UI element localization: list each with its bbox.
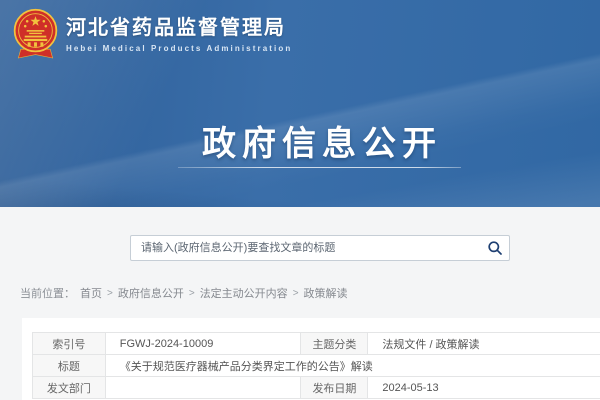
site-title-en: Hebei Medical Products Administration [66, 44, 292, 53]
issuing-dept-label: 发文部门 [33, 377, 106, 399]
breadcrumb-home[interactable]: 首页 [80, 285, 102, 301]
breadcrumb-separator: > [293, 288, 299, 299]
breadcrumb-separator: > [107, 288, 113, 299]
breadcrumb-separator: > [189, 288, 195, 299]
record-table: 索引号 FGWJ-2024-10009 主题分类 法规文件 / 政策解读 标题 … [32, 332, 600, 399]
search-box [130, 235, 510, 261]
page-title: 政府信息公开 [22, 116, 600, 165]
record-card: 索引号 FGWJ-2024-10009 主题分类 法规文件 / 政策解读 标题 … [22, 318, 600, 400]
header-banner: 河北省药品监督管理局 Hebei Medical Products Admini… [0, 0, 600, 207]
banner-underline [178, 167, 461, 168]
title-label: 标题 [33, 355, 106, 377]
search-button[interactable] [481, 236, 509, 260]
topic-category-label: 主题分类 [301, 333, 368, 355]
breadcrumb-label: 当前位置： [20, 285, 75, 301]
breadcrumb: 当前位置： 首页 > 政府信息公开 > 法定主动公开内容 > 政策解读 [20, 285, 348, 301]
table-row: 标题 《关于规范医疗器械产品分类界定工作的公告》解读 [33, 355, 600, 377]
index-number-value: FGWJ-2024-10009 [105, 333, 301, 355]
search-input[interactable] [131, 236, 481, 260]
publish-date-value: 2024-05-13 [368, 377, 600, 399]
site-title-block: 河北省药品监督管理局 Hebei Medical Products Admini… [66, 8, 292, 53]
table-row: 发文部门 发布日期 2024-05-13 [33, 377, 600, 399]
site-title: 河北省药品监督管理局 [66, 17, 292, 39]
breadcrumb-statutory-content[interactable]: 法定主动公开内容 [200, 285, 288, 301]
issuing-dept-value [105, 377, 301, 399]
national-emblem-icon [12, 8, 59, 60]
breadcrumb-info-disclosure[interactable]: 政府信息公开 [118, 285, 184, 301]
breadcrumb-policy-interpretation[interactable]: 政策解读 [304, 285, 348, 301]
table-row: 索引号 FGWJ-2024-10009 主题分类 法规文件 / 政策解读 [33, 333, 600, 355]
publish-date-label: 发布日期 [301, 377, 368, 399]
search-icon [487, 240, 503, 256]
index-number-label: 索引号 [33, 333, 106, 355]
page: 河北省药品监督管理局 Hebei Medical Products Admini… [0, 0, 600, 400]
title-value: 《关于规范医疗器械产品分类界定工作的公告》解读 [105, 355, 600, 377]
topic-category-value: 法规文件 / 政策解读 [368, 333, 600, 355]
site-logo[interactable]: 河北省药品监督管理局 Hebei Medical Products Admini… [12, 8, 292, 60]
